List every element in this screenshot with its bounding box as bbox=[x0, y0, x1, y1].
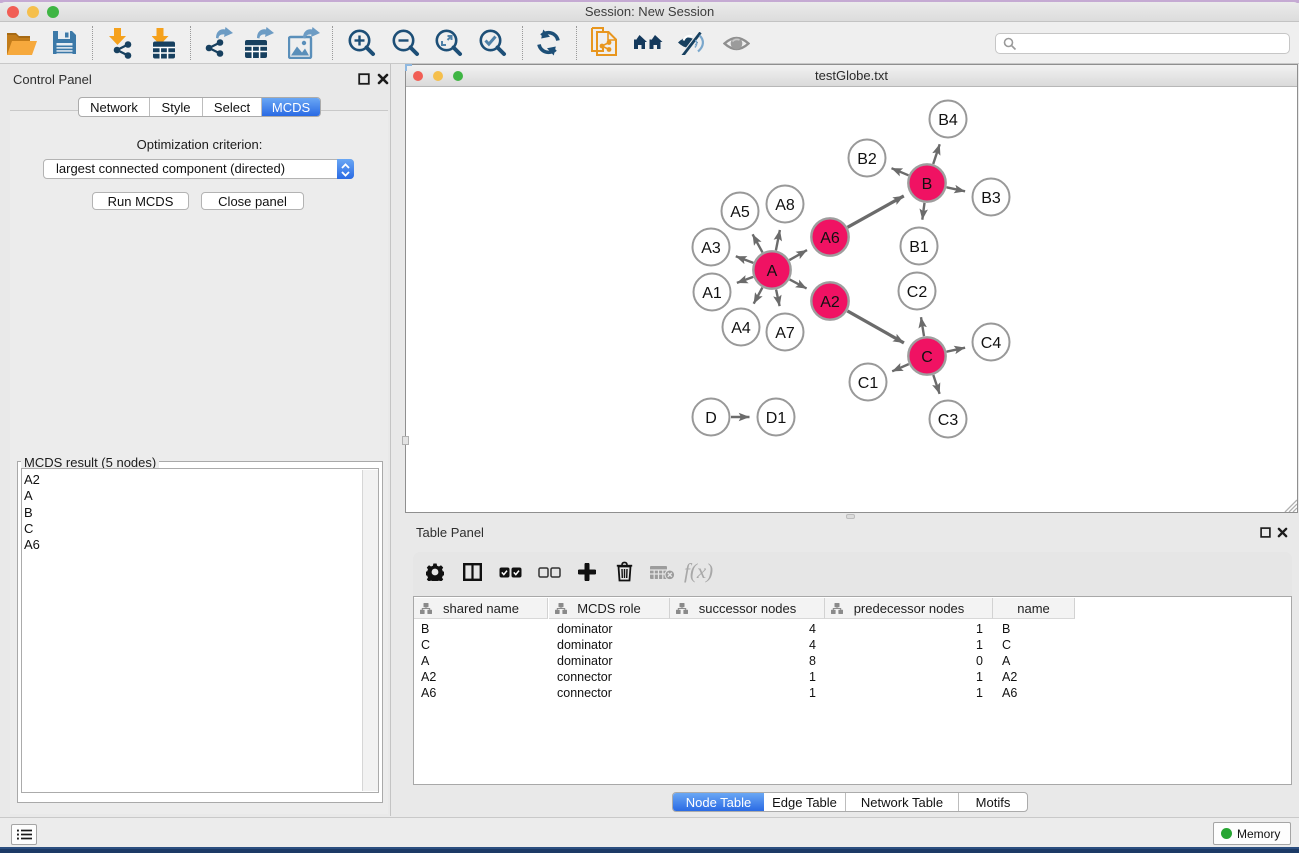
svg-text:D: D bbox=[705, 410, 717, 427]
svg-text:A5: A5 bbox=[730, 204, 750, 221]
svg-text:A4: A4 bbox=[731, 320, 751, 337]
svg-text:C4: C4 bbox=[981, 335, 1002, 352]
svg-text:A7: A7 bbox=[775, 325, 795, 342]
svg-text:B1: B1 bbox=[909, 239, 929, 256]
svg-text:A8: A8 bbox=[775, 197, 795, 214]
svg-text:D1: D1 bbox=[766, 410, 787, 427]
svg-text:C2: C2 bbox=[907, 284, 928, 301]
svg-text:A2: A2 bbox=[820, 294, 840, 311]
svg-text:A6: A6 bbox=[820, 230, 840, 247]
svg-text:B4: B4 bbox=[938, 112, 958, 129]
svg-text:B3: B3 bbox=[981, 190, 1001, 207]
svg-text:A3: A3 bbox=[701, 240, 721, 257]
svg-text:A1: A1 bbox=[702, 285, 722, 302]
svg-text:B2: B2 bbox=[857, 151, 877, 168]
svg-text:A: A bbox=[767, 263, 778, 280]
svg-text:C3: C3 bbox=[938, 412, 959, 429]
svg-text:B: B bbox=[922, 176, 933, 193]
svg-text:C: C bbox=[921, 349, 933, 366]
svg-text:C1: C1 bbox=[858, 375, 879, 392]
